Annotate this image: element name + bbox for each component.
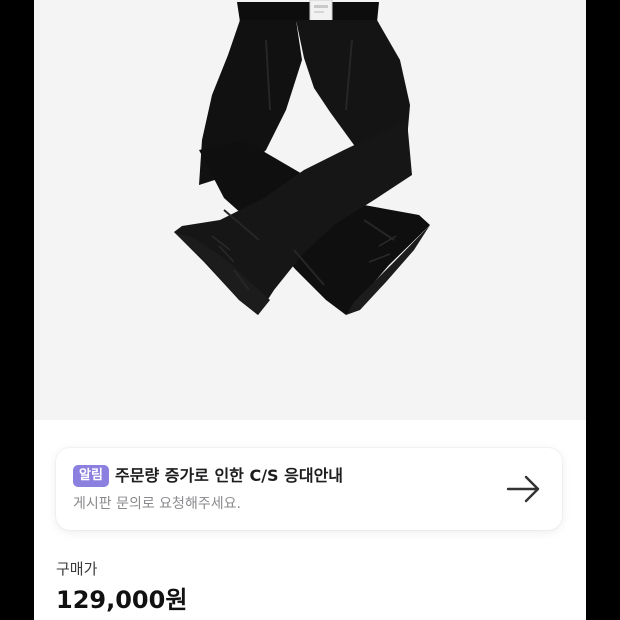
arrow-right-icon[interactable]: [506, 474, 542, 504]
purchase-price-label: 구매가: [56, 560, 98, 578]
cs-notice-card[interactable]: 알림 주문량 증가로 인한 C/S 응대안내 게시판 문의로 요청해주세요.: [56, 448, 562, 530]
notice-badge: 알림: [73, 465, 109, 487]
black-flared-pants-image: [174, 0, 430, 315]
notice-title: 주문량 증가로 인한 C/S 응대안내: [115, 466, 344, 485]
purchase-price-value: 129,000원: [56, 586, 188, 614]
product-image[interactable]: [34, 0, 586, 420]
device-frame: 알림 주문량 증가로 인한 C/S 응대안내 게시판 문의로 요청해주세요. 구…: [0, 0, 620, 620]
notice-subtitle: 게시판 문의로 요청해주세요.: [73, 496, 241, 512]
product-detail-screen: 알림 주문량 증가로 인한 C/S 응대안내 게시판 문의로 요청해주세요. 구…: [34, 0, 586, 620]
